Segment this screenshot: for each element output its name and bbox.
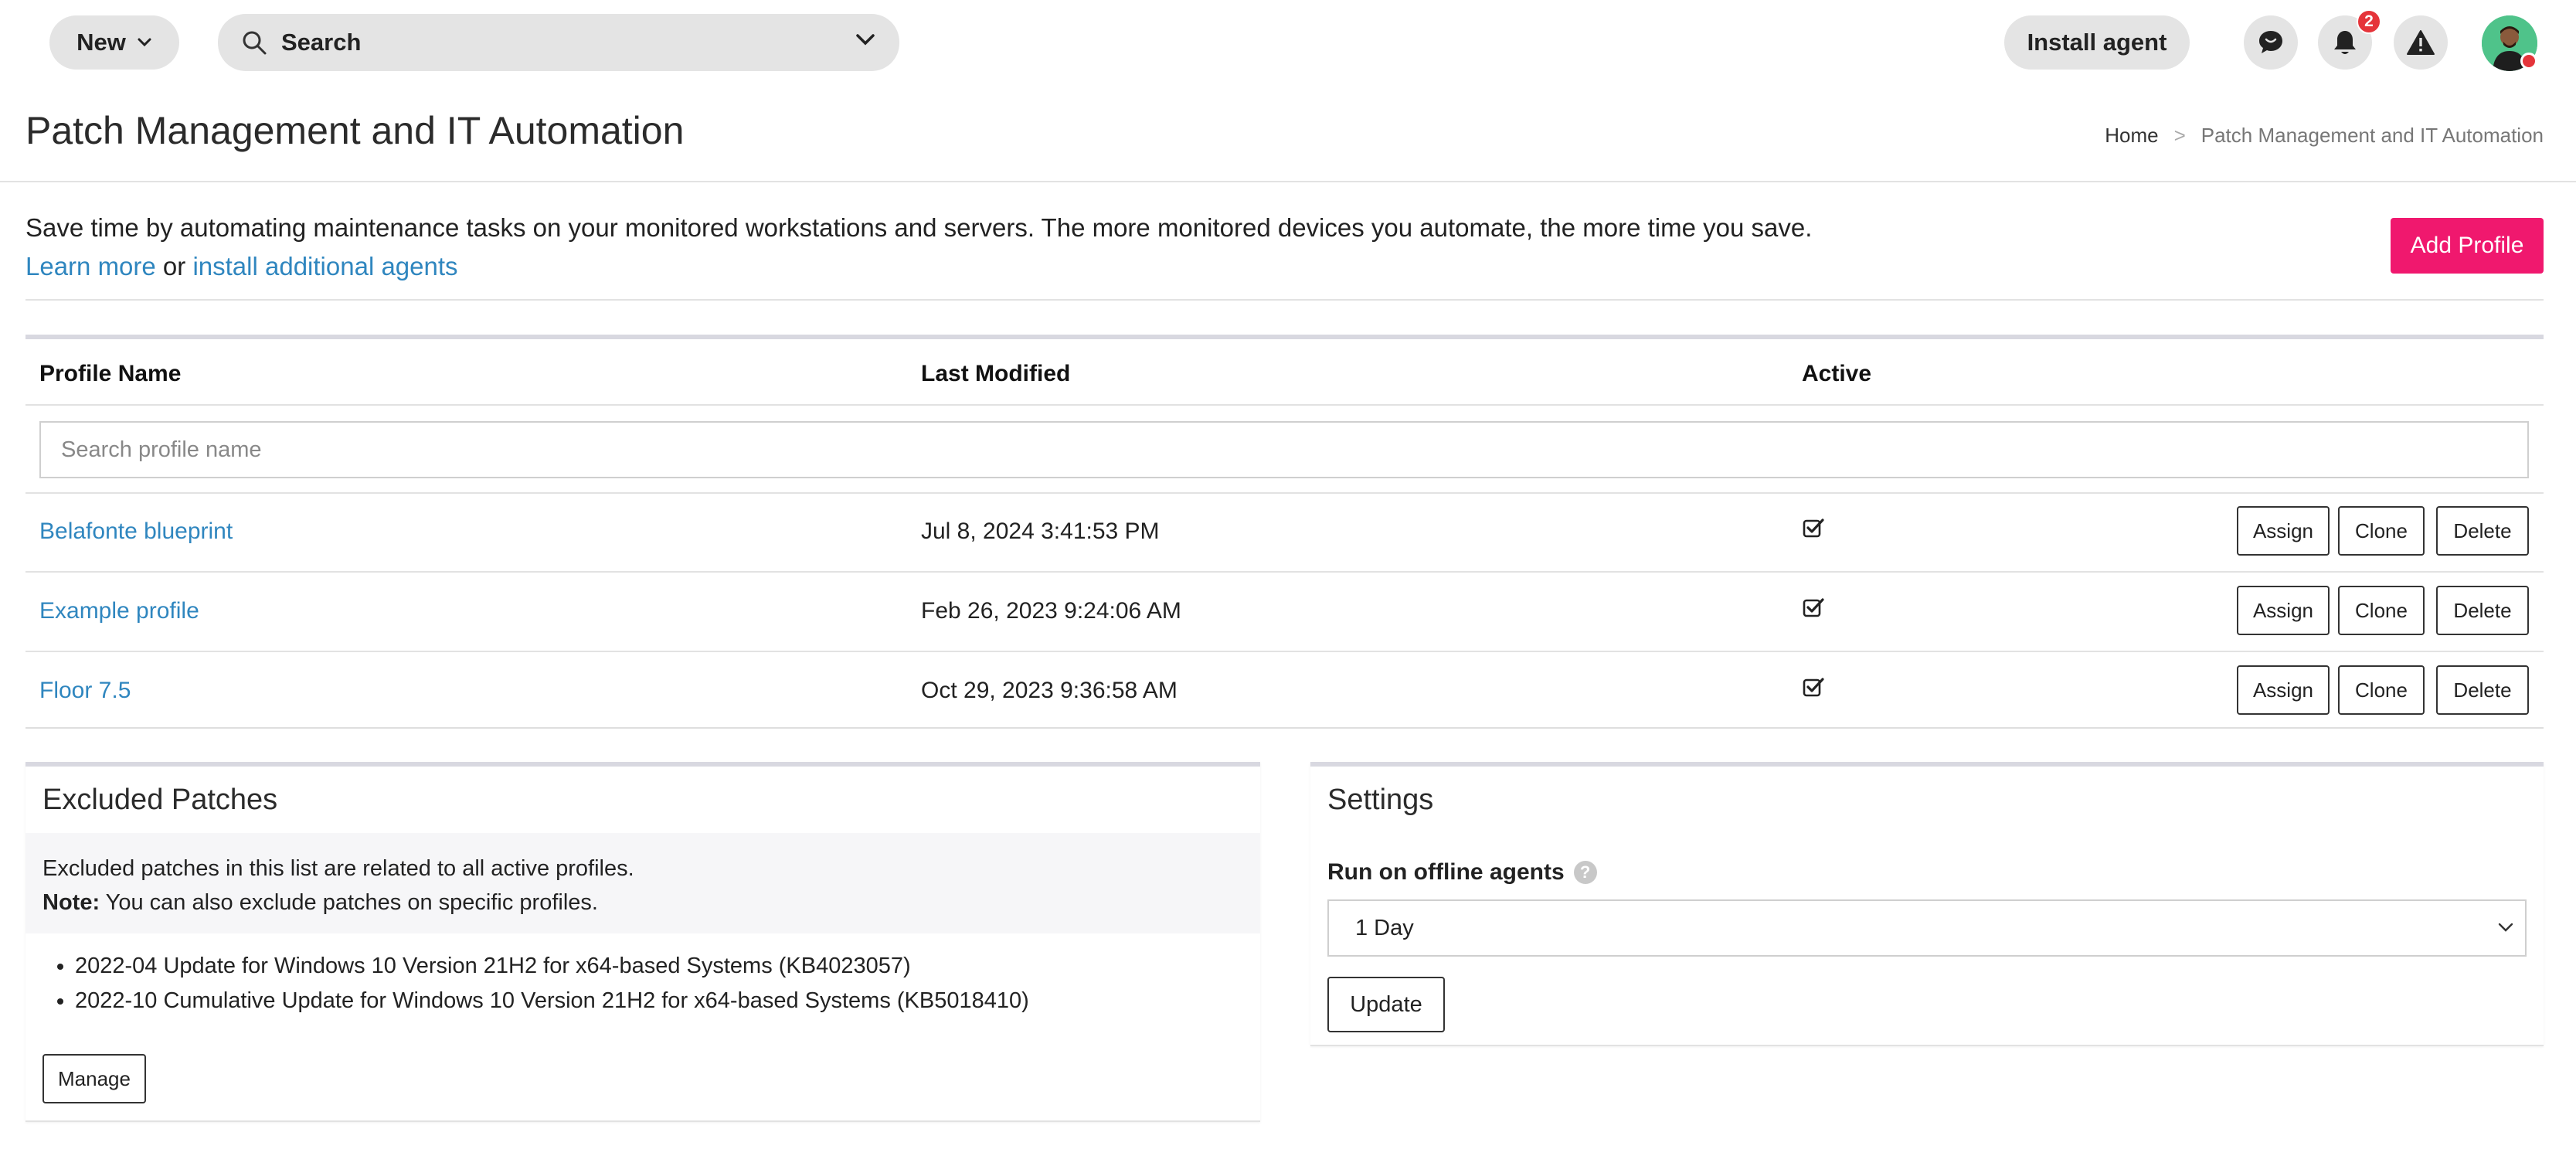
delete-button[interactable]: Delete [2436,586,2529,635]
alerts-button[interactable] [2394,15,2448,70]
breadcrumb-home-link[interactable]: Home [2105,124,2158,148]
chat-button[interactable] [2244,15,2298,70]
checkbox-checked-icon [1803,598,1824,617]
add-profile-button[interactable]: Add Profile [2391,218,2544,274]
assign-button[interactable]: Assign [2237,506,2330,556]
bell-icon [2334,31,2356,54]
intro-links-line: Learn more or install additional agents [25,247,1812,286]
last-modified-cell: Feb 26, 2023 9:24:06 AM [921,598,1181,624]
top-bar: New Search Install agent 2 [0,0,2576,83]
chevron-down-icon [2498,923,2513,932]
note-label: Note: [42,890,100,915]
row-divider [25,492,2544,494]
update-button[interactable]: Update [1327,977,1445,1032]
learn-more-link[interactable]: Learn more [25,252,156,280]
intro-text: Save time by automating maintenance task… [25,213,1813,242]
header-divider [0,181,2576,182]
help-icon[interactable]: ? [1573,861,1597,884]
global-search[interactable]: Search [218,14,899,71]
excluded-patches-title: Excluded Patches [42,784,278,816]
chat-bubble-icon [2259,31,2282,53]
breadcrumb-current: Patch Management and IT Automation [2200,124,2544,147]
new-button[interactable]: New [49,15,179,70]
delete-button[interactable]: Delete [2436,665,2529,715]
run-offline-agents-text: Run on offline agents [1327,859,1565,885]
last-modified-cell: Oct 29, 2023 9:36:58 AM [921,678,1178,703]
settings-card: Settings Run on offline agents ? 1 Day U… [1310,762,2544,1046]
install-additional-agents-link[interactable]: install additional agents [192,252,457,280]
delete-button[interactable]: Delete [2436,506,2529,556]
settings-title: Settings [1327,784,1434,816]
page-title: Patch Management and IT Automation [25,109,685,152]
excluded-patches-note: Excluded patches in this list are relate… [25,833,1260,933]
chevron-down-icon[interactable] [855,32,876,48]
excluded-patches-description: Excluded patches in this list are relate… [42,856,634,881]
header-row-divider [25,404,2544,406]
breadcrumb-separator: > [2173,124,2186,147]
profile-name-link[interactable]: Example profile [39,598,199,624]
clone-button[interactable]: Clone [2338,665,2425,715]
excluded-patches-note-line: Note: You can also exclude patches on sp… [42,886,1243,920]
last-modified-cell: Jul 8, 2024 3:41:53 PM [921,518,1160,544]
column-header-last-modified[interactable]: Last Modified [921,361,1070,387]
column-header-active[interactable]: Active [1802,361,1871,387]
profile-name-link[interactable]: Belafonte blueprint [39,518,233,545]
assign-button[interactable]: Assign [2237,665,2330,715]
column-header-profile-name[interactable]: Profile Name [39,361,181,387]
presence-status-dot [2520,53,2537,70]
intro-divider [25,299,2544,301]
profile-search-input[interactable] [39,421,2529,478]
clone-button[interactable]: Clone [2338,506,2425,556]
clone-button[interactable]: Clone [2338,586,2425,635]
breadcrumb: Home > Patch Management and IT Automatio… [2105,124,2544,148]
run-offline-agents-select[interactable]: 1 Day [1327,899,2527,957]
notification-count-badge: 2 [2357,9,2381,34]
search-icon [243,31,267,55]
install-agent-button[interactable]: Install agent [2004,15,2190,70]
list-item: 2022-04 Update for Windows 10 Version 21… [75,949,1029,984]
row-divider [25,571,2544,573]
list-item: 2022-10 Cumulative Update for Windows 10… [75,984,1029,1018]
excluded-patches-list: 2022-04 Update for Windows 10 Version 21… [58,949,1029,1018]
intro-description: Save time by automating maintenance task… [25,209,1812,286]
new-button-label: New [76,29,126,56]
note-text: You can also exclude patches on specific… [100,890,598,915]
checkbox-checked-icon [1803,678,1824,697]
warning-icon [2407,30,2435,55]
profiles-table: Profile Name Last Modified Active Belafo… [25,335,2544,729]
chevron-down-icon [138,38,151,47]
app-root: New Search Install agent 2 Patch Managem… [0,0,2576,1156]
install-agent-label: Install agent [2027,29,2167,56]
checkbox-checked-icon [1803,518,1824,538]
intro-or-text: or [155,252,193,280]
search-label: Search [281,29,362,56]
row-divider [25,651,2544,652]
excluded-patches-card: Excluded Patches Excluded patches in thi… [25,762,1260,1122]
manage-button[interactable]: Manage [42,1054,146,1103]
selected-value: 1 Day [1355,915,1414,940]
profile-name-link[interactable]: Floor 7.5 [39,678,131,704]
assign-button[interactable]: Assign [2237,586,2330,635]
run-offline-agents-label: Run on offline agents ? [1327,859,1597,886]
